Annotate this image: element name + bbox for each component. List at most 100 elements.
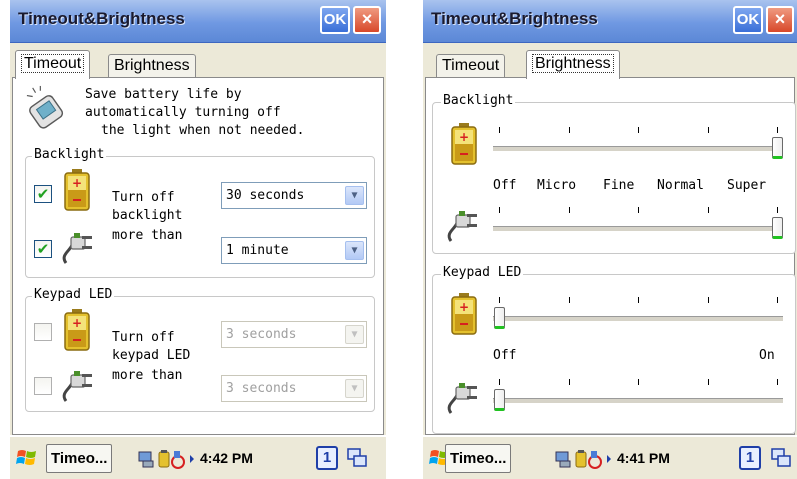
plug-icon xyxy=(445,203,481,243)
ok-button[interactable]: OK xyxy=(733,6,763,34)
slider-tick xyxy=(499,379,500,385)
backlight-group: Backlight ✔ Turn off backlight more than… xyxy=(25,147,375,278)
slider-tick xyxy=(569,127,570,133)
input-panel-button[interactable]: 1 xyxy=(739,446,761,470)
slider-tick xyxy=(708,207,709,213)
ok-button[interactable]: OK xyxy=(320,6,350,34)
intro-line-3: the light when not needed. xyxy=(101,123,305,138)
battery-icon xyxy=(64,309,90,351)
level-label: Off xyxy=(493,178,517,193)
intro-line-1: Save battery life by xyxy=(85,87,242,102)
backlight-ac-checkbox[interactable]: ✔ xyxy=(34,240,52,258)
input-panel-button[interactable]: 1 xyxy=(316,446,338,470)
taskbar-window-button[interactable]: Timeo... xyxy=(46,444,113,473)
windows-switch-icon[interactable] xyxy=(771,448,791,468)
taskbar-window-button[interactable]: Timeo... xyxy=(445,444,512,473)
keypad-battery-slider[interactable] xyxy=(493,297,783,329)
keypad-battery-value: 3 seconds xyxy=(226,327,297,342)
keypad-ac-select[interactable]: 3 seconds ▼ xyxy=(221,375,367,402)
clock[interactable]: 4:42 PM xyxy=(200,450,253,466)
brightness-window: Timeout&Brightness OK × Timeout Brightne… xyxy=(423,0,797,479)
tray-status-icons[interactable] xyxy=(555,449,613,469)
taskbar: Timeo... 4:41 PM 1 xyxy=(423,435,797,479)
keypad-label-line-2: keypad LED xyxy=(112,348,191,363)
slider-thumb[interactable] xyxy=(772,217,783,239)
slider-tick xyxy=(777,207,778,213)
slider-track[interactable] xyxy=(493,226,783,232)
keypad-ac-value: 3 seconds xyxy=(226,381,297,396)
title-bar: Timeout&Brightness OK × xyxy=(423,0,797,43)
slider-tick xyxy=(777,297,778,303)
close-button[interactable]: × xyxy=(353,6,381,34)
keypad-battery-select[interactable]: 3 seconds ▼ xyxy=(221,321,367,348)
chevron-down-icon[interactable]: ▼ xyxy=(345,325,364,344)
keypad-level-off-label: Off xyxy=(493,348,517,363)
slider-track[interactable] xyxy=(493,316,783,322)
plug-icon xyxy=(60,225,96,265)
slider-tick xyxy=(638,127,639,133)
chevron-down-icon[interactable]: ▼ xyxy=(345,379,364,398)
level-label: Normal xyxy=(657,178,704,193)
slider-tick xyxy=(569,297,570,303)
tab-brightness[interactable]: Brightness xyxy=(108,54,196,78)
backlight-ac-slider[interactable] xyxy=(493,207,783,239)
keypad-led-group: Keypad LED Off On xyxy=(432,265,796,434)
slider-tick xyxy=(499,207,500,213)
level-label: Micro xyxy=(537,178,577,193)
slider-tick xyxy=(569,207,570,213)
close-button[interactable]: × xyxy=(766,6,794,34)
clock[interactable]: 4:41 PM xyxy=(617,450,670,466)
chevron-down-icon[interactable]: ▼ xyxy=(345,186,364,205)
slider-tick xyxy=(708,379,709,385)
keypad-battery-checkbox[interactable] xyxy=(34,323,52,341)
backlight-battery-slider[interactable] xyxy=(493,127,783,159)
tab-timeout[interactable]: Timeout xyxy=(436,54,506,78)
keypad-ac-checkbox[interactable] xyxy=(34,377,52,395)
tab-brightness[interactable]: Brightness xyxy=(526,50,620,79)
slider-track[interactable] xyxy=(493,146,783,152)
slider-thumb[interactable] xyxy=(494,389,505,411)
slider-thumb[interactable] xyxy=(772,137,783,159)
backlight-label-line-3: more than xyxy=(112,228,183,243)
windows-switch-icon[interactable] xyxy=(347,448,367,468)
backlight-label-line-2: backlight xyxy=(112,208,183,223)
level-label: Super xyxy=(727,178,767,193)
backlight-level-labels: Off Micro Fine Normal Super xyxy=(493,177,783,195)
tray-status-icons[interactable] xyxy=(138,449,196,469)
windows-flag-icon[interactable] xyxy=(16,447,38,469)
slider-tick xyxy=(638,297,639,303)
keypad-label-line-1: Turn off xyxy=(112,330,175,345)
backlight-battery-select[interactable]: 30 seconds ▼ xyxy=(221,182,367,209)
timeout-panel: Save battery life by automatically turni… xyxy=(12,77,384,435)
slider-tick xyxy=(569,379,570,385)
intro-line-2: automatically turning off xyxy=(85,105,281,120)
keypad-level-on-label: On xyxy=(759,348,775,363)
slider-thumb[interactable] xyxy=(494,307,505,329)
tab-timeout[interactable]: Timeout xyxy=(15,50,91,79)
title-bar: Timeout&Brightness OK × xyxy=(10,0,386,43)
window-title: Timeout&Brightness xyxy=(18,9,185,28)
plug-icon xyxy=(445,375,481,415)
timeout-window: Timeout&Brightness OK × Timeout Brightne… xyxy=(10,0,386,479)
backlight-group-title: Backlight xyxy=(32,147,107,162)
slider-tick xyxy=(499,297,500,303)
backlight-battery-checkbox[interactable]: ✔ xyxy=(34,185,52,203)
backlight-ac-select[interactable]: 1 minute ▼ xyxy=(221,237,367,264)
slider-tick xyxy=(777,379,778,385)
slider-tick xyxy=(638,379,639,385)
keypad-led-group-title: Keypad LED xyxy=(32,287,115,302)
slider-tick xyxy=(499,127,500,133)
keypad-led-group-title: Keypad LED xyxy=(441,265,524,280)
backlight-group-title: Backlight xyxy=(441,93,516,108)
slider-tick xyxy=(708,127,709,133)
backlight-group: Backlight Off Micro Fine Normal Super xyxy=(432,93,796,254)
plug-icon xyxy=(60,363,96,403)
brightness-panel: Backlight Off Micro Fine Normal Super Keypad… xyxy=(425,77,796,435)
slider-tick xyxy=(638,207,639,213)
keypad-ac-slider[interactable] xyxy=(493,379,783,411)
battery-icon xyxy=(451,293,477,335)
slider-track[interactable] xyxy=(493,398,783,404)
keypad-led-group: Keypad LED Turn off keypad LED more than… xyxy=(25,287,375,412)
slider-tick xyxy=(708,297,709,303)
chevron-down-icon[interactable]: ▼ xyxy=(345,241,364,260)
